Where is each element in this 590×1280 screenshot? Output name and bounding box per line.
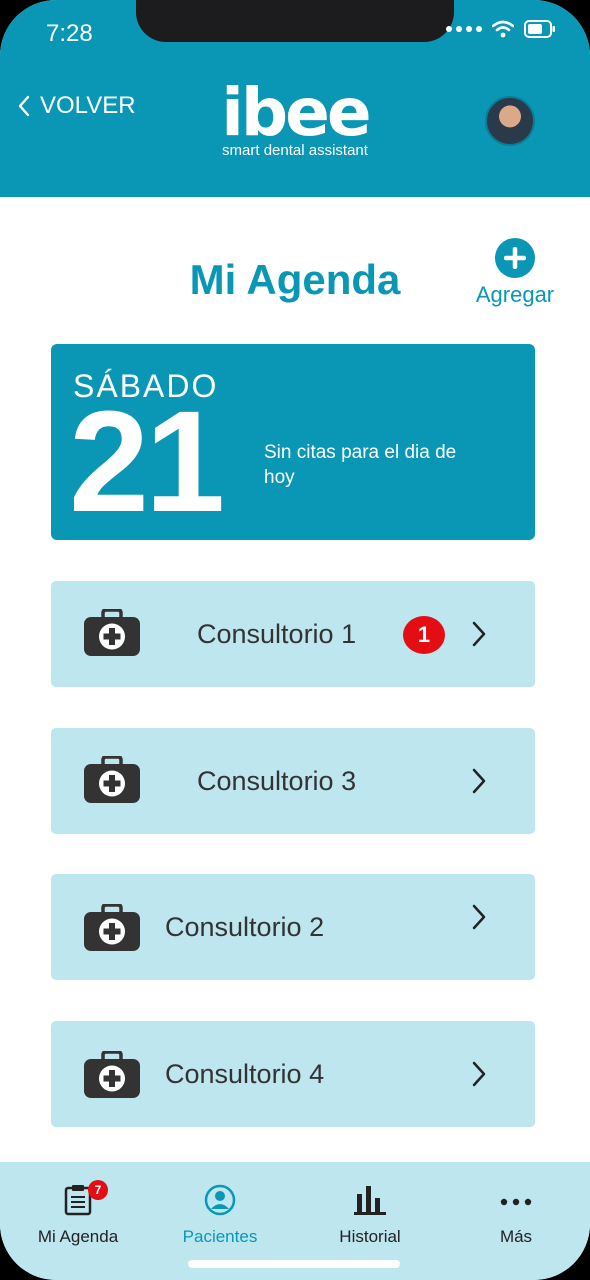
more-icon <box>500 1198 532 1206</box>
notification-badge: 1 <box>403 616 445 654</box>
device-notch <box>136 0 454 42</box>
patients-icon <box>204 1184 236 1216</box>
office-label: Consultorio 3 <box>197 766 357 796</box>
add-button[interactable]: Agregar <box>470 238 560 308</box>
medical-kit-icon <box>84 904 140 951</box>
tab-mas[interactable]: Más <box>466 1184 566 1247</box>
tab-label: Pacientes <box>182 1227 258 1246</box>
chevron-right-icon <box>472 621 486 647</box>
medical-kit-icon <box>84 609 140 656</box>
avatar[interactable] <box>485 96 535 146</box>
tab-label: Más <box>499 1227 533 1246</box>
wifi-icon <box>492 20 514 38</box>
status-icons <box>446 20 556 38</box>
day-summary-card: SÁBADO 21 Sin citas para el dia de hoy <box>51 344 535 540</box>
chevron-right-icon <box>472 904 486 930</box>
office-item-consultorio-1[interactable]: Consultorio 1 1 <box>51 581 535 687</box>
ibee-logo: ibee smart dental assistant <box>210 74 380 160</box>
battery-icon <box>524 20 555 38</box>
chevron-left-icon <box>18 95 30 117</box>
logo-word: ibee <box>221 74 371 151</box>
chevron-right-icon <box>472 1061 486 1087</box>
tab-historial[interactable]: Historial <box>320 1184 420 1247</box>
office-label: Consultorio 1 <box>197 619 357 649</box>
back-button[interactable]: VOLVER <box>18 92 136 120</box>
medical-kit-icon <box>84 756 140 803</box>
tab-label: Historial <box>339 1227 401 1246</box>
office-label: Consultorio 2 <box>165 912 325 942</box>
tab-badge: 7 <box>88 1180 108 1200</box>
home-indicator <box>188 1260 400 1268</box>
app-header: 7:28 VOLVER ibee smart dental assistant <box>0 0 590 197</box>
tab-label: Mi Agenda <box>37 1227 119 1246</box>
plus-icon <box>495 238 535 278</box>
office-item-consultorio-2[interactable]: Consultorio 2 <box>51 874 535 980</box>
tab-pacientes[interactable]: Pacientes <box>170 1184 270 1247</box>
add-label: Agregar <box>475 282 555 307</box>
office-label: Consultorio 4 <box>165 1059 325 1089</box>
medical-kit-icon <box>84 1051 140 1098</box>
status-time: 7:28 <box>46 20 93 47</box>
chevron-right-icon <box>472 768 486 794</box>
signal-icon <box>446 26 482 32</box>
back-label: VOLVER <box>40 92 136 119</box>
no-appointments-message: Sin citas para el dia de hoy <box>264 442 457 488</box>
chart-icon <box>354 1186 386 1215</box>
day-number: 21 <box>69 381 225 542</box>
office-item-consultorio-3[interactable]: Consultorio 3 <box>51 728 535 834</box>
logo-tagline: smart dental assistant <box>222 142 368 159</box>
office-item-consultorio-4[interactable]: Consultorio 4 <box>51 1021 535 1127</box>
tab-mi-agenda[interactable]: 7 Mi Agenda <box>28 1180 128 1247</box>
app-screen: 7:28 VOLVER ibee smart dental assistant <box>0 0 590 1280</box>
